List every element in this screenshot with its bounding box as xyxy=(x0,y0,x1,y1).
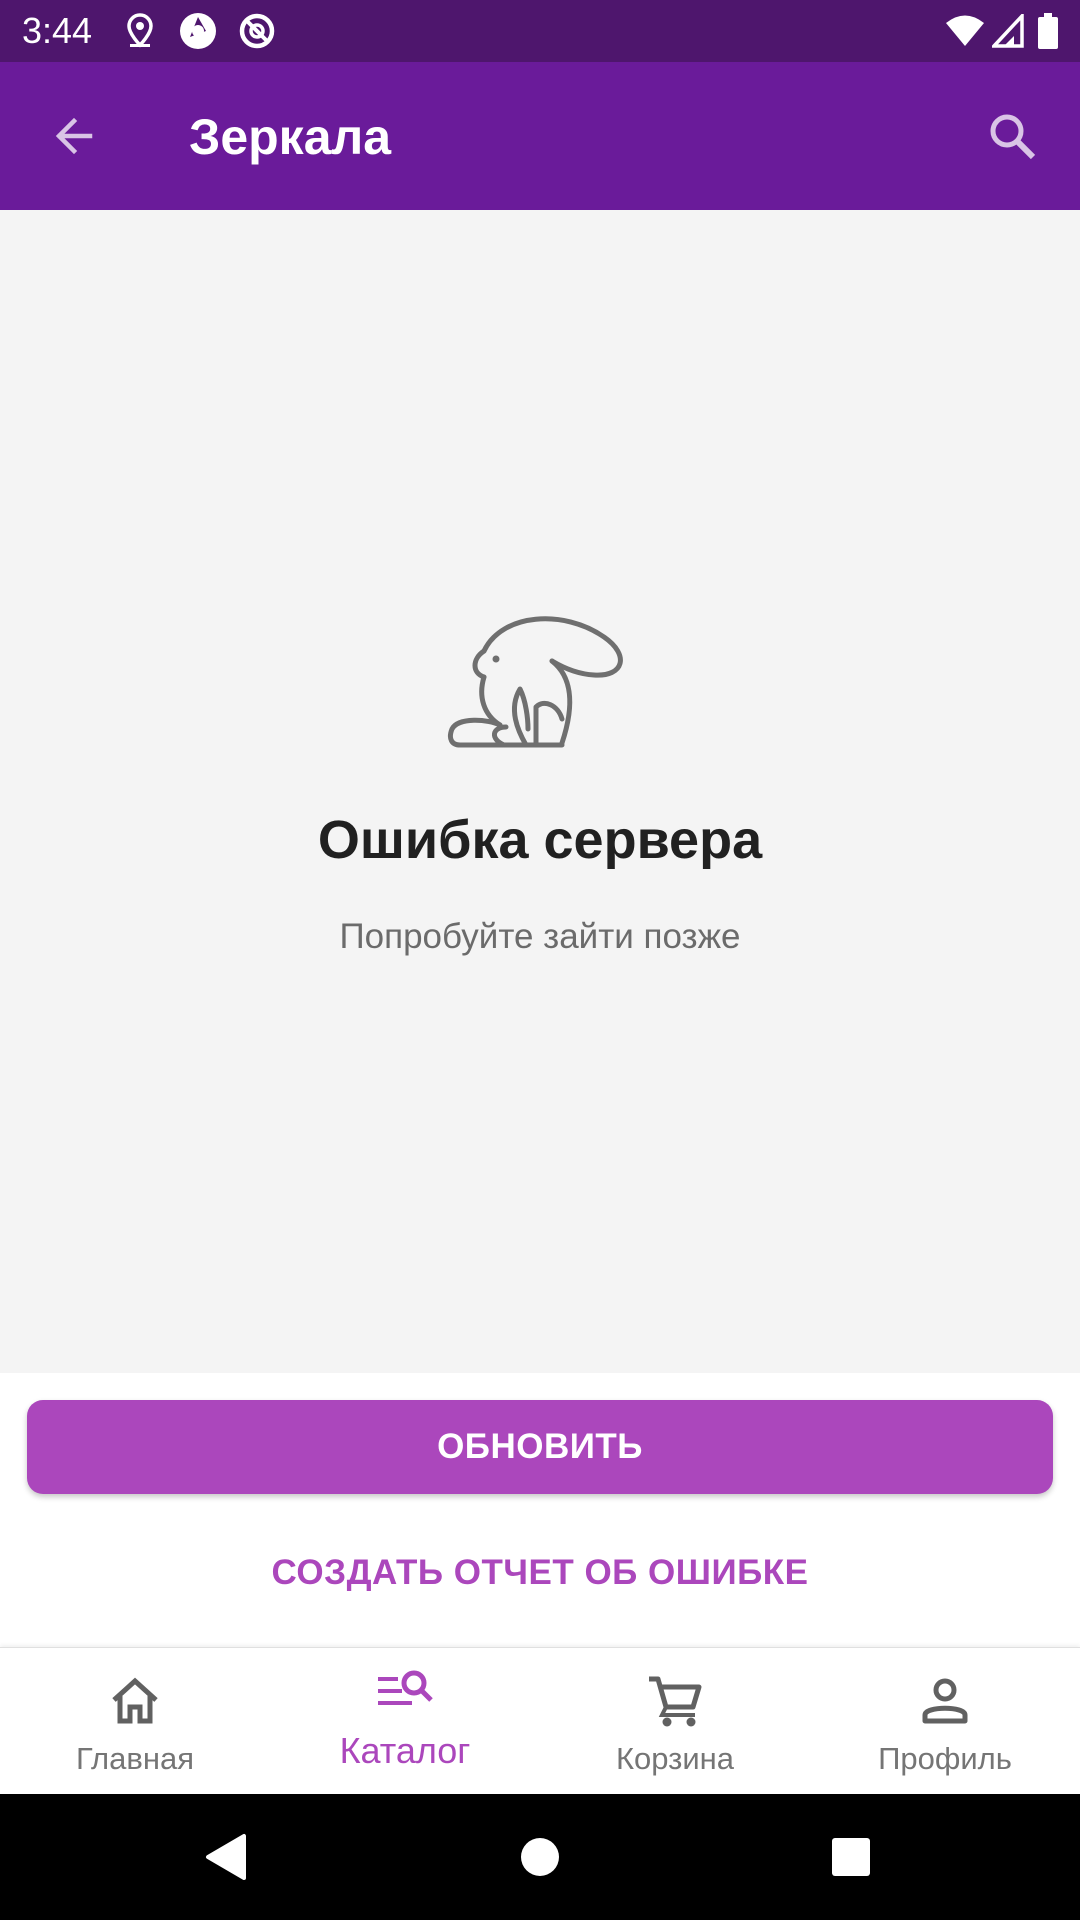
nav-item-home[interactable]: Главная xyxy=(0,1648,270,1795)
nav-label-profile: Профиль xyxy=(878,1741,1012,1776)
nav-label-home: Главная xyxy=(76,1741,194,1776)
error-subtitle: Попробуйте зайти позже xyxy=(339,917,741,956)
nav-item-profile[interactable]: Профиль xyxy=(810,1648,1080,1795)
nav-item-catalog[interactable]: Каталог xyxy=(270,1648,540,1795)
search-button[interactable] xyxy=(974,98,1050,174)
shutter-app-icon xyxy=(176,10,220,52)
wifi-icon xyxy=(942,10,988,52)
home-icon xyxy=(112,1677,158,1724)
recents-square-icon xyxy=(832,1838,870,1876)
cell-signal-icon xyxy=(990,10,1026,52)
system-recents-button[interactable] xyxy=(821,1827,881,1887)
back-triangle-icon xyxy=(206,1834,246,1880)
profile-icon xyxy=(922,1678,968,1724)
app-bar: Зеркала xyxy=(0,62,1080,210)
search-icon xyxy=(990,114,1036,160)
nav-label-catalog: Каталог xyxy=(339,1730,471,1771)
back-button[interactable] xyxy=(38,100,110,172)
actions-panel: ОБНОВИТЬ СОЗДАТЬ ОТЧЕТ ОБ ОШИБКЕ xyxy=(0,1373,1080,1647)
error-state: Ошибка сервера Попробуйте зайти позже xyxy=(0,210,1080,1373)
nav-item-cart[interactable]: Корзина xyxy=(540,1648,810,1795)
arrow-back-icon xyxy=(55,117,93,155)
system-back-button[interactable] xyxy=(195,1827,255,1887)
location-pin-icon xyxy=(124,10,156,52)
system-nav-bar xyxy=(0,1794,1080,1920)
battery-icon xyxy=(1036,10,1060,52)
nav-label-cart: Корзина xyxy=(615,1741,735,1776)
status-bar: 3:44 xyxy=(0,0,1080,62)
cart-icon xyxy=(649,1676,702,1727)
no-sync-icon xyxy=(236,10,278,52)
create-error-report-button[interactable]: СОЗДАТЬ ОТЧЕТ ОБ ОШИБКЕ xyxy=(0,1528,1080,1618)
system-home-button[interactable] xyxy=(510,1827,570,1887)
page-title: Зеркала xyxy=(189,109,392,165)
status-time: 3:44 xyxy=(22,10,93,51)
refresh-button[interactable]: ОБНОВИТЬ xyxy=(27,1400,1053,1494)
catalog-search-icon xyxy=(378,1670,433,1705)
rabbit-icon xyxy=(447,616,623,748)
error-title: Ошибка сервера xyxy=(317,810,763,870)
bottom-nav: Главная Каталог Корзина Профиль xyxy=(0,1647,1080,1795)
home-circle-icon xyxy=(521,1838,559,1876)
